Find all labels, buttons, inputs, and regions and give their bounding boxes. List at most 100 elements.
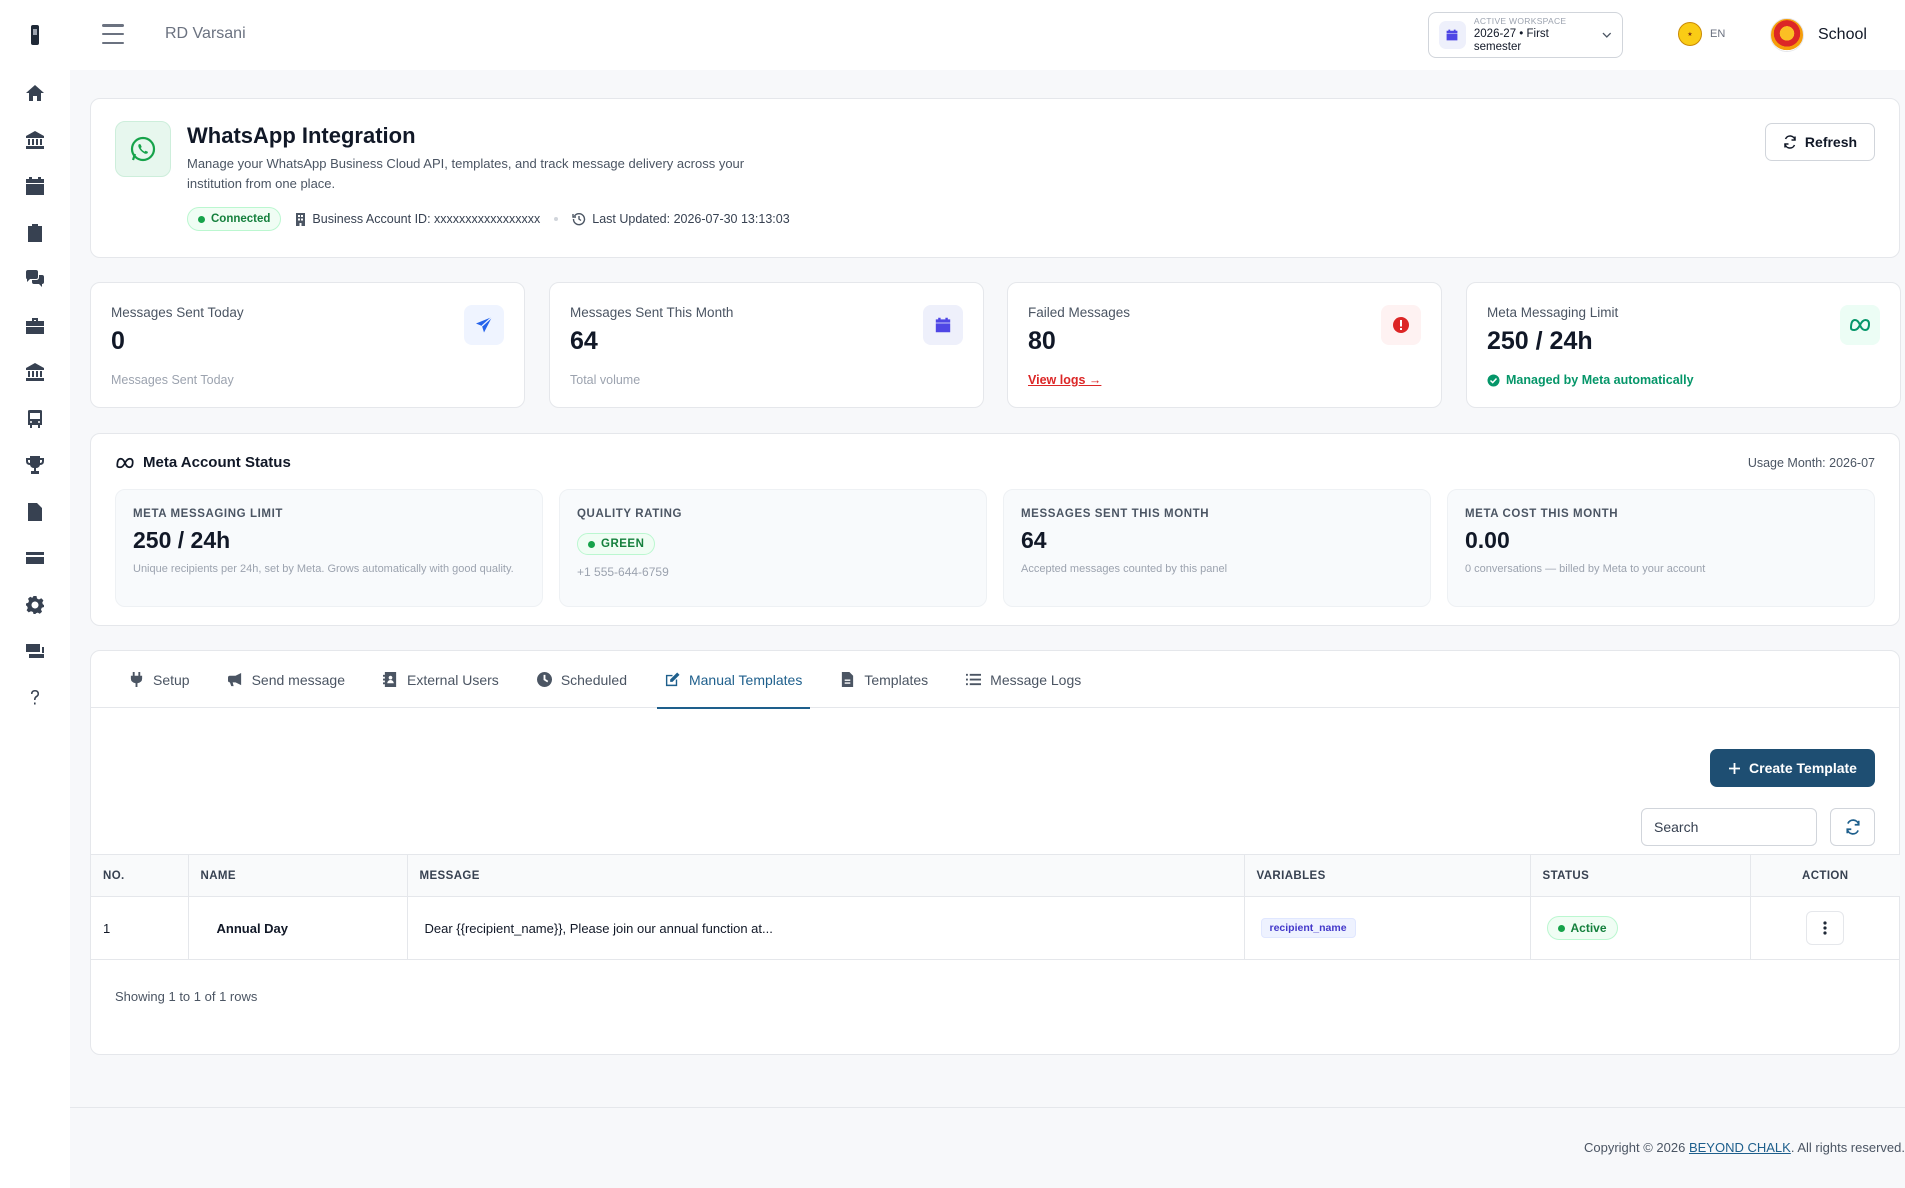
view-logs-link[interactable]: View logs → bbox=[1028, 373, 1101, 387]
column-header[interactable]: MESSAGE bbox=[406, 854, 1244, 897]
column-header[interactable]: NO. bbox=[91, 854, 188, 897]
money-icon bbox=[26, 644, 44, 659]
briefcase-icon bbox=[26, 317, 44, 334]
institution-icon bbox=[26, 130, 44, 149]
stat-value: 250 / 24h bbox=[1487, 327, 1593, 355]
column-header[interactable]: STATUS bbox=[1529, 854, 1750, 897]
copyright-prefix: Copyright © 2026 bbox=[1583, 1140, 1689, 1155]
sidebar-item-documents[interactable] bbox=[13, 489, 57, 536]
stat-card-sent-today: Messages Sent Today 0 Messages Sent Toda… bbox=[90, 282, 525, 408]
search-input[interactable] bbox=[1641, 808, 1817, 846]
refresh-button[interactable]: Refresh bbox=[1765, 123, 1875, 161]
send-icon bbox=[464, 305, 504, 345]
column-header[interactable]: VARIABLES bbox=[1243, 854, 1530, 897]
sidebar-item-transport[interactable] bbox=[13, 396, 57, 443]
box-label: META COST THIS MONTH bbox=[1465, 508, 1619, 520]
tab-setup[interactable]: Setup bbox=[121, 651, 198, 708]
meta-icon bbox=[116, 457, 134, 468]
avatar bbox=[1770, 18, 1804, 52]
box-label: QUALITY RATING bbox=[577, 508, 683, 520]
meta-limit-box: META MESSAGING LIMIT 250 / 24h Unique re… bbox=[115, 489, 543, 607]
box-value: 250 / 24h bbox=[133, 527, 231, 553]
table-row: 1 Annual Day Dear {{recipient_name}}, Pl… bbox=[91, 896, 1900, 960]
refresh-icon bbox=[1845, 819, 1860, 835]
sidebar-item-briefcase[interactable] bbox=[13, 303, 57, 350]
phone-number: +1 555-644-6759 bbox=[577, 565, 669, 579]
row-actions-button[interactable] bbox=[1806, 911, 1845, 945]
sidebar-item-calendar[interactable] bbox=[13, 163, 57, 210]
calendar-icon bbox=[1439, 21, 1466, 49]
history-icon bbox=[572, 212, 586, 226]
stat-card-sent-month: Messages Sent This Month 64 Total volume bbox=[549, 282, 984, 408]
box-description: Unique recipients per 24h, set by Meta. … bbox=[133, 563, 514, 575]
tab-templates[interactable]: Templates bbox=[832, 651, 936, 708]
contact-icon bbox=[383, 672, 397, 687]
column-header: ACTION bbox=[1749, 854, 1900, 897]
status-text: Active bbox=[1570, 921, 1607, 935]
box-description: Accepted messages counted by this panel bbox=[1021, 563, 1228, 575]
sidebar-item-clipboard[interactable] bbox=[13, 210, 57, 257]
menu-toggle-button[interactable] bbox=[102, 24, 124, 44]
sidebar-item-trophy[interactable] bbox=[13, 442, 57, 489]
stat-value: 0 bbox=[111, 327, 125, 355]
tab-message-logs[interactable]: Message Logs bbox=[958, 651, 1089, 708]
footer: Copyright © 2026 BEYOND CHALK. All right… bbox=[70, 1107, 1905, 1188]
business-account-text: Business Account ID: xxxxxxxxxxxxxxxxx bbox=[312, 212, 541, 226]
clipboard-icon bbox=[28, 223, 42, 242]
workspace-selector[interactable]: ACTIVE WORKSPACE 2026-27 • First semeste… bbox=[1428, 12, 1623, 58]
user-menu[interactable]: School bbox=[1770, 18, 1867, 52]
stat-footnote: Messages Sent Today bbox=[111, 373, 234, 387]
app-logo[interactable] bbox=[24, 22, 46, 48]
sidebar-item-home[interactable] bbox=[13, 70, 57, 117]
clock-icon bbox=[536, 672, 552, 687]
create-template-button[interactable]: Create Template bbox=[1710, 749, 1875, 787]
tab-label: Templates bbox=[864, 671, 929, 688]
template-name: Annual Day bbox=[187, 896, 407, 960]
stat-value: 80 bbox=[1028, 327, 1056, 355]
sidebar-item-settings[interactable] bbox=[13, 582, 57, 629]
workspace-label: ACTIVE WORKSPACE bbox=[1473, 15, 1567, 26]
reload-button[interactable] bbox=[1830, 808, 1875, 846]
language-selector[interactable]: ★ EN bbox=[1678, 22, 1725, 46]
whatsapp-header-card: WhatsApp Integration Manage your WhatsAp… bbox=[90, 98, 1900, 258]
gear-icon bbox=[26, 595, 44, 614]
templates-panel: Setup Send message External Users Schedu… bbox=[90, 650, 1900, 1055]
templates-table: NO. NAME MESSAGE VARIABLES STATUS ACTION… bbox=[91, 854, 1900, 960]
box-label: META MESSAGING LIMIT bbox=[133, 508, 283, 520]
box-value: 0.00 bbox=[1465, 527, 1510, 553]
plus-icon bbox=[1729, 762, 1741, 774]
help-icon bbox=[31, 689, 39, 705]
sidebar-item-chat[interactable] bbox=[13, 256, 57, 303]
trophy-icon bbox=[26, 456, 44, 475]
pagination-info: Showing 1 to 1 of 1 rows bbox=[115, 989, 258, 1004]
tab-scheduled[interactable]: Scheduled bbox=[529, 651, 635, 708]
last-updated-text: Last Updated: 2026-07-30 13:13:03 bbox=[592, 212, 790, 226]
sidebar-item-finance[interactable] bbox=[13, 628, 57, 675]
tab-external-users[interactable]: External Users bbox=[375, 651, 507, 708]
sidebar-item-institution[interactable] bbox=[13, 117, 57, 164]
sidebar-item-payments[interactable] bbox=[13, 535, 57, 582]
meta-status-title: Meta Account Status bbox=[143, 454, 291, 471]
building-icon bbox=[296, 212, 306, 226]
chevron-down-icon bbox=[1602, 32, 1612, 38]
business-account-id: Business Account ID: xxxxxxxxxxxxxxxxx bbox=[295, 212, 540, 226]
user-name: School bbox=[1818, 26, 1867, 43]
box-value: 64 bbox=[1021, 527, 1047, 553]
box-label: MESSAGES SENT THIS MONTH bbox=[1021, 508, 1210, 520]
tab-label: External Users bbox=[407, 671, 499, 688]
check-circle-icon bbox=[1487, 374, 1500, 386]
stat-footnote: Total volume bbox=[570, 373, 641, 387]
last-updated: Last Updated: 2026-07-30 13:13:03 bbox=[572, 212, 790, 226]
column-header[interactable]: NAME bbox=[187, 854, 407, 897]
tab-manual-templates[interactable]: Manual Templates bbox=[656, 651, 811, 709]
sidebar-item-help[interactable] bbox=[13, 675, 57, 722]
refresh-label: Refresh bbox=[1804, 134, 1858, 150]
stat-title: Messages Sent This Month bbox=[570, 305, 734, 320]
usage-month: Usage Month: 2026-07 bbox=[1747, 456, 1875, 470]
tab-send-message[interactable]: Send message bbox=[220, 651, 353, 708]
more-vertical-icon bbox=[1823, 921, 1827, 935]
stat-footnote: Managed by Meta automatically bbox=[1487, 373, 1694, 387]
company-link[interactable]: BEYOND CHALK bbox=[1689, 1140, 1791, 1155]
copyright: Copyright © 2026 BEYOND CHALK. All right… bbox=[1584, 1140, 1905, 1155]
sidebar-item-bank[interactable] bbox=[13, 349, 57, 396]
